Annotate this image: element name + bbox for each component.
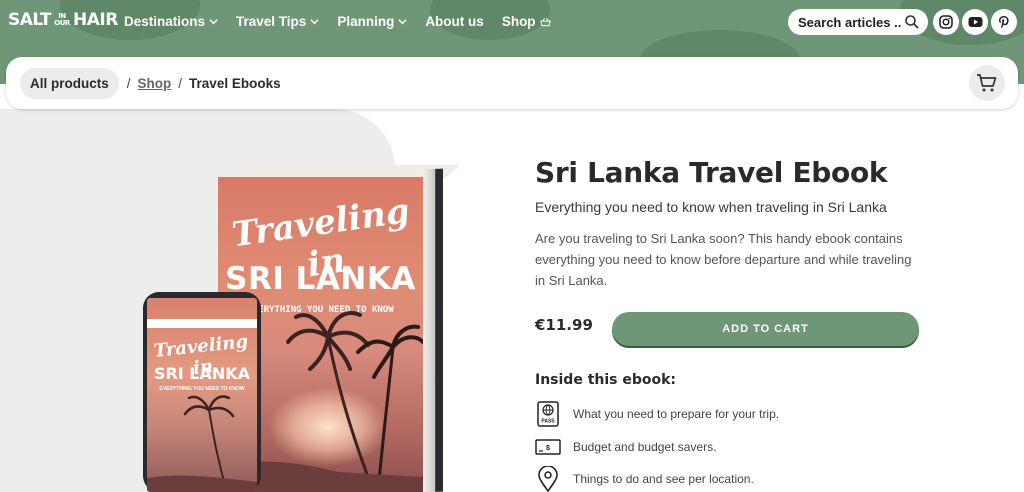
map-pin-icon — [535, 466, 561, 492]
cart-icon — [977, 74, 997, 92]
add-to-cart-button[interactable]: ADD TO CART — [612, 312, 919, 346]
nav-shop[interactable]: Shop — [502, 14, 551, 29]
nav-destinations[interactable]: Destinations — [124, 14, 218, 29]
logo-word-in-our: IN OUR — [54, 12, 70, 27]
nav-travel-tips[interactable]: Travel Tips — [236, 14, 319, 29]
logo-word-hair: HAIR — [73, 10, 118, 30]
nav-label: Planning — [337, 14, 395, 29]
youtube-icon — [968, 17, 982, 27]
chevron-down-icon — [398, 19, 407, 25]
svg-text:PASS: PASS — [541, 419, 555, 425]
breadcrumb-current: Travel Ebooks — [189, 75, 281, 91]
search-box — [788, 9, 928, 35]
logo-word-salt: SALT — [8, 10, 52, 30]
ebook-phone-mockup: Traveling in SRI LANKA EVERYTHING YOU NE… — [143, 292, 261, 492]
chevron-down-icon — [310, 19, 319, 25]
breadcrumb-separator: / — [178, 75, 183, 91]
pinterest-icon — [999, 16, 1009, 29]
svg-text:$: $ — [546, 445, 550, 452]
main-nav: Destinations Travel Tips Planning About … — [124, 14, 551, 29]
search-input[interactable] — [798, 14, 902, 30]
nav-label: Shop — [501, 14, 536, 29]
youtube-link[interactable] — [962, 9, 988, 35]
site-logo[interactable]: SALT IN OUR HAIR — [8, 10, 118, 30]
feature-item: Things to do and see per location. — [535, 466, 754, 492]
cart-button[interactable] — [969, 65, 1005, 101]
breadcrumb-shop-link[interactable]: Shop — [138, 76, 172, 91]
passport-icon: PASS — [535, 401, 561, 427]
breadcrumb-bar: All products / Shop / Travel Ebooks — [6, 57, 1018, 109]
phone-screen: Traveling in SRI LANKA EVERYTHING YOU NE… — [147, 298, 257, 492]
instagram-icon — [939, 15, 953, 29]
nav-planning[interactable]: Planning — [337, 14, 407, 29]
nav-label: Travel Tips — [236, 14, 307, 29]
phone-palm-illustration — [147, 395, 257, 492]
inside-ebook-heading: Inside this ebook: — [535, 372, 677, 388]
all-products-button[interactable]: All products — [20, 67, 119, 99]
feature-text: What you need to prepare for your trip. — [573, 407, 780, 421]
product-description: Are you traveling to Sri Lanka soon? Thi… — [535, 231, 912, 288]
basket-icon — [539, 17, 551, 26]
feature-item: $ Budget and budget savers. — [535, 434, 716, 460]
nav-label: About us — [425, 14, 484, 29]
money-icon: $ — [535, 434, 561, 460]
nav-label: Destinations — [124, 14, 206, 29]
feature-text: Budget and budget savers. — [573, 440, 717, 454]
product-title: Sri Lanka Travel Ebook — [535, 156, 888, 189]
feature-item: PASS What you need to prepare for your t… — [535, 401, 779, 427]
feature-text: Things to do and see per location. — [573, 472, 754, 486]
pinterest-link[interactable] — [991, 9, 1017, 35]
product-price: €11.99 — [535, 316, 593, 334]
chevron-down-icon — [209, 19, 218, 25]
instagram-link[interactable] — [933, 9, 959, 35]
product-subtitle: Everything you need to know when traveli… — [535, 199, 887, 215]
book-spine — [423, 168, 443, 492]
search-icon[interactable] — [904, 14, 920, 30]
breadcrumb-separator: / — [126, 75, 131, 91]
nav-about-us[interactable]: About us — [425, 14, 484, 29]
